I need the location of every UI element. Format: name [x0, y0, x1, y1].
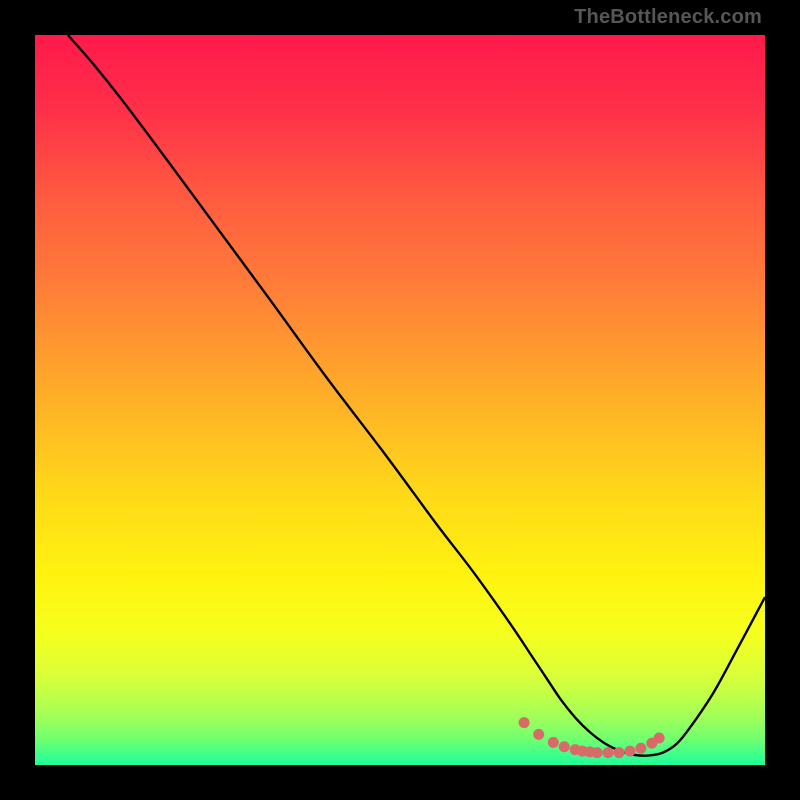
curve-marker [654, 732, 665, 743]
chart-container: { "watermark": "TheBottleneck.com", "plo… [0, 0, 800, 800]
marker-group [519, 717, 665, 758]
curve-marker [533, 729, 544, 740]
curve-marker [603, 747, 614, 758]
curve-marker [559, 741, 570, 752]
curve-marker [592, 747, 603, 758]
plot-area [35, 35, 765, 765]
curve-marker [519, 717, 530, 728]
chart-curve [35, 35, 765, 765]
bottleneck-curve [68, 35, 765, 756]
curve-marker [624, 746, 635, 757]
watermark-text: TheBottleneck.com [574, 6, 762, 29]
curve-marker [548, 737, 559, 748]
curve-marker [635, 743, 646, 754]
curve-marker [614, 747, 625, 758]
